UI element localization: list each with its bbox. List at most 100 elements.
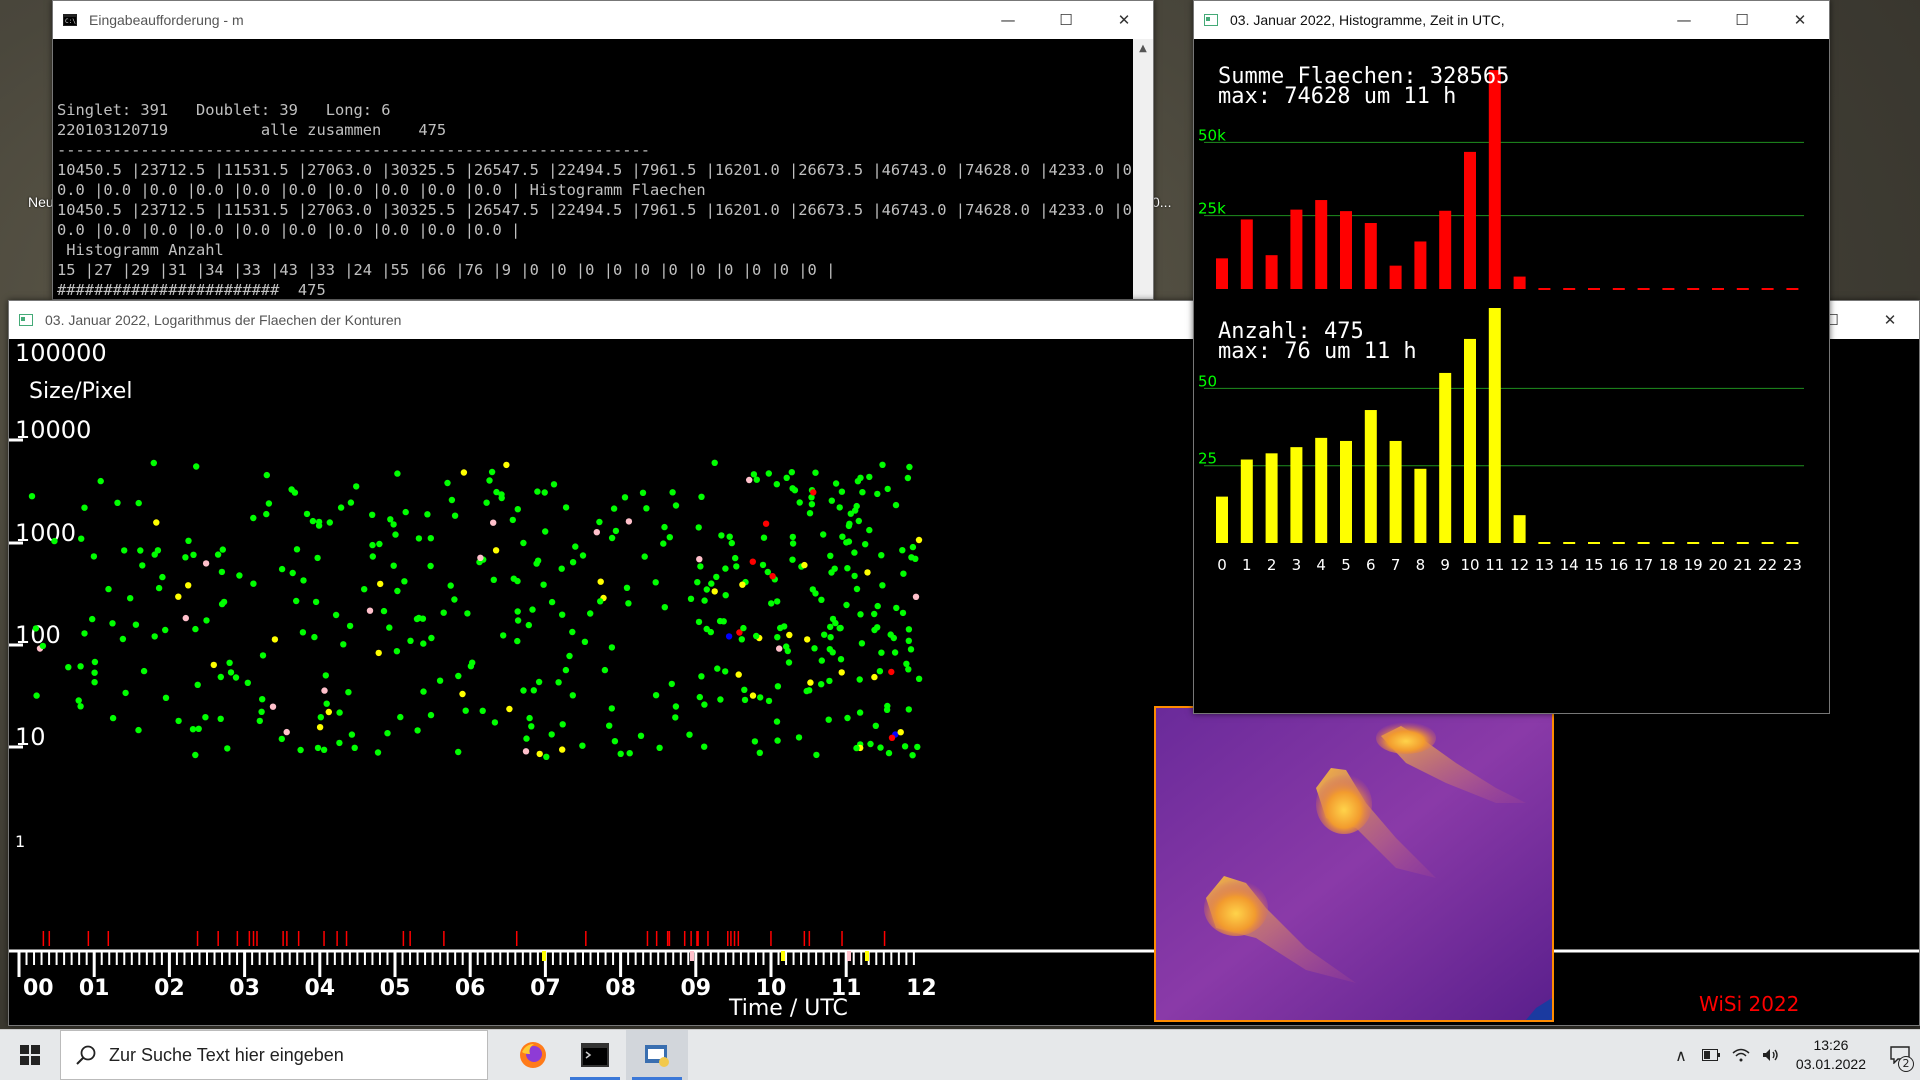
taskbar-python[interactable] — [626, 1030, 688, 1080]
data-point — [884, 485, 891, 493]
data-point — [878, 649, 885, 656]
data-point — [853, 585, 861, 593]
data-point — [121, 547, 128, 554]
app-icon — [1204, 14, 1218, 26]
data-point — [77, 663, 84, 670]
data-point — [809, 586, 816, 593]
speaker-icon[interactable] — [1756, 1030, 1786, 1080]
data-point — [219, 546, 226, 553]
data-point — [756, 749, 763, 756]
data-point — [203, 617, 210, 624]
data-point — [643, 505, 650, 512]
search-box[interactable]: Zur Suche Text hier eingeben — [60, 1030, 488, 1080]
cmd-window[interactable]: C:\ Eingabeaufforderung - m — ☐ ✕ Single… — [52, 0, 1154, 300]
data-point — [696, 556, 703, 563]
data-point — [879, 582, 886, 589]
data-point — [862, 541, 869, 548]
bar — [1464, 151, 1476, 289]
x-axis-title: Time / UTC — [728, 996, 848, 1021]
histogram-window[interactable]: 03. Januar 2022, Histogramme, Zeit in UT… — [1193, 0, 1830, 714]
start-button[interactable] — [0, 1030, 60, 1080]
x-tick-label: 11 — [1485, 556, 1504, 574]
data-point — [460, 469, 468, 476]
battery-icon[interactable] — [1696, 1030, 1726, 1080]
desktop-label-left[interactable]: Neu — [28, 194, 54, 210]
data-point — [293, 546, 301, 553]
data-point — [562, 504, 570, 511]
data-point — [694, 579, 701, 586]
data-point — [718, 532, 725, 539]
data-point — [510, 575, 517, 582]
cmd-output[interactable]: Singlet: 391 Doublet: 39 Long: 6 22010312… — [53, 39, 1133, 299]
data-point — [193, 463, 200, 470]
x-tick-label: 8 — [1416, 556, 1426, 574]
data-point — [345, 689, 352, 696]
data-point — [217, 715, 224, 722]
data-point — [317, 714, 324, 721]
data-point — [488, 468, 496, 476]
maximize-button[interactable]: ☐ — [1037, 1, 1095, 39]
data-point — [159, 573, 166, 581]
close-button[interactable]: ✕ — [1771, 1, 1829, 39]
data-point — [263, 510, 270, 518]
cmd-titlebar[interactable]: C:\ Eingabeaufforderung - m — ☐ ✕ — [53, 1, 1153, 39]
data-point — [192, 625, 199, 633]
bar — [1364, 223, 1377, 289]
data-point — [78, 535, 85, 542]
minimize-button[interactable]: — — [1655, 1, 1713, 39]
data-point — [783, 474, 790, 481]
data-point — [696, 693, 703, 701]
wifi-icon[interactable] — [1726, 1030, 1756, 1080]
desktop-label-right[interactable]: 0... — [1152, 194, 1171, 210]
data-point — [486, 477, 493, 484]
data-point — [336, 739, 343, 747]
data-point — [871, 610, 878, 618]
data-point — [530, 687, 537, 694]
data-point — [885, 749, 893, 757]
data-point — [871, 626, 878, 634]
scatter-title: 03. Januar 2022, Logarithmus der Flaeche… — [45, 312, 402, 328]
data-point — [698, 493, 705, 500]
cmd-scrollbar[interactable]: ▲ — [1133, 39, 1153, 299]
taskbar-firefox[interactable] — [502, 1030, 564, 1080]
data-point — [713, 573, 720, 581]
data-point — [314, 554, 321, 562]
chevron-up-icon[interactable]: ∧ — [1666, 1030, 1696, 1080]
close-button[interactable]: ✕ — [1095, 1, 1153, 39]
taskbar-clock[interactable]: 13:26 03.01.2022 — [1796, 1036, 1866, 1074]
data-point — [641, 553, 648, 560]
bar — [1513, 276, 1526, 289]
data-point — [818, 657, 825, 664]
data-point — [555, 679, 562, 686]
data-point — [185, 537, 192, 544]
data-point — [711, 459, 718, 466]
data-point — [789, 556, 796, 563]
notification-icon[interactable]: 2 — [1880, 1030, 1920, 1080]
cmd-line: 15 |27 |29 |31 |34 |33 |43 |33 |24 |55 |… — [57, 261, 836, 279]
data-point — [741, 696, 749, 704]
data-point — [528, 723, 535, 730]
data-point — [566, 652, 573, 660]
bar — [1488, 70, 1501, 289]
data-point — [811, 645, 818, 652]
data-point — [728, 539, 735, 547]
close-button[interactable]: ✕ — [1861, 301, 1919, 339]
data-point — [393, 648, 401, 655]
data-point — [853, 744, 860, 752]
bar — [1389, 265, 1402, 289]
histogram-titlebar[interactable]: 03. Januar 2022, Histogramme, Zeit in UT… — [1194, 1, 1829, 39]
data-point — [807, 679, 814, 686]
x-tick-label: 16 — [1609, 556, 1628, 574]
data-point — [427, 711, 435, 719]
data-point — [569, 628, 576, 636]
data-point — [526, 714, 533, 722]
taskbar-cmd[interactable] — [564, 1030, 626, 1080]
data-point — [139, 562, 146, 569]
scroll-up-icon[interactable]: ▲ — [1133, 39, 1153, 59]
minimize-button[interactable]: — — [979, 1, 1037, 39]
data-point — [415, 535, 423, 542]
data-point — [462, 707, 469, 714]
x-tick-label: 09 — [680, 976, 711, 1001]
data-point — [626, 750, 633, 757]
maximize-button[interactable]: ☐ — [1713, 1, 1771, 39]
